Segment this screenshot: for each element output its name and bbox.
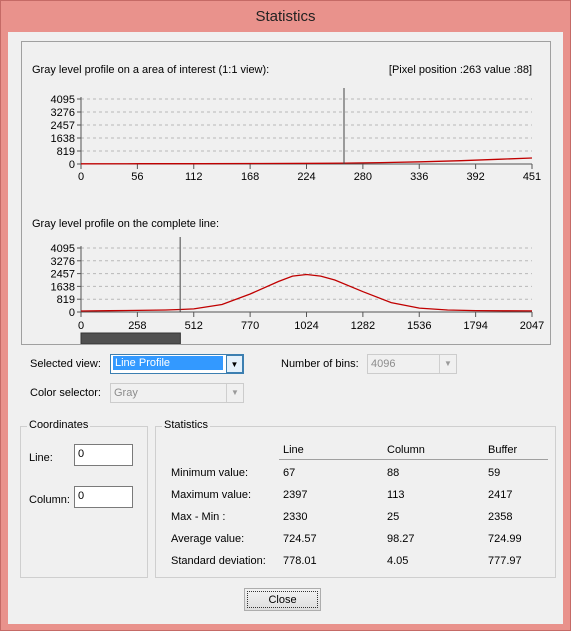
chevron-down-icon[interactable]: ▼ — [226, 355, 243, 373]
coordinates-group: Coordinates Line: 0 Column: 0 — [20, 419, 148, 578]
view-range-slider — [80, 332, 181, 345]
line-label: Line: — [29, 452, 53, 464]
x-tick-label: 112 — [185, 171, 203, 183]
y-tick-label: 3276 — [51, 107, 75, 119]
color-selector-dropdown[interactable]: Gray ▼ — [110, 383, 244, 403]
selected-view-value: Line Profile — [113, 356, 223, 370]
x-tick-label: 512 — [185, 320, 203, 332]
y-tick-label: 0 — [69, 307, 75, 319]
cell-line: 724.57 — [283, 533, 317, 545]
cell-column: 113 — [387, 489, 405, 501]
y-tick-label: 819 — [57, 294, 75, 306]
selected-view-dropdown[interactable]: Line Profile ▼ — [110, 354, 244, 374]
header-divider — [279, 459, 548, 460]
x-tick-label: 280 — [354, 171, 372, 183]
color-selector-label: Color selector: — [30, 387, 101, 399]
cell-buffer: 59 — [488, 467, 501, 479]
x-tick-label: 1024 — [294, 320, 318, 332]
chart-title: Gray level profile on the complete line: — [32, 218, 219, 230]
number-of-bins-dropdown[interactable]: 4096 ▼ — [367, 354, 457, 374]
statistics-window: Statistics Gray level profile on a area … — [0, 0, 571, 631]
profile-series-line — [80, 273, 533, 312]
col-header-column: Column — [387, 444, 425, 456]
cell-column: 4.05 — [387, 555, 409, 567]
chart-title: Gray level profile on a area of interest… — [32, 64, 269, 76]
column-input[interactable]: 0 — [74, 486, 133, 508]
profile-charts: Gray level profile on a area of interest… — [32, 64, 544, 345]
col-header-buffer: Buffer — [488, 444, 518, 456]
x-tick-label: 0 — [78, 171, 84, 183]
x-tick-label: 770 — [241, 320, 259, 332]
window-title: Statistics — [255, 8, 316, 25]
y-tick-label: 0 — [69, 159, 75, 171]
column-label: Column: — [29, 494, 70, 506]
chevron-down-icon[interactable]: ▼ — [439, 355, 456, 373]
row-label: Minimum value: — [171, 467, 249, 479]
cell-line: 67 — [283, 467, 296, 479]
x-tick-label: 2047 — [520, 320, 544, 332]
y-tick-label: 1638 — [51, 281, 75, 293]
profile-panel: Gray level profile on a area of interest… — [21, 41, 551, 345]
x-tick-label: 392 — [466, 171, 484, 183]
y-tick-label: 1638 — [51, 133, 75, 145]
line-input[interactable]: 0 — [74, 444, 133, 466]
cell-column: 88 — [387, 467, 400, 479]
x-tick-label: 1794 — [463, 320, 487, 332]
x-tick-label: 451 — [523, 171, 541, 183]
x-tick-label: 0 — [78, 320, 84, 332]
y-tick-label: 4095 — [51, 94, 75, 106]
number-of-bins-label: Number of bins: — [281, 358, 359, 370]
row-label: Standard deviation: — [171, 555, 266, 567]
x-tick-label: 258 — [128, 320, 146, 332]
x-tick-label: 1282 — [351, 320, 375, 332]
cell-buffer: 777.97 — [488, 555, 522, 567]
row-label: Average value: — [171, 533, 245, 545]
color-selector-value: Gray — [114, 387, 138, 399]
x-tick-label: 224 — [297, 171, 315, 183]
selected-view-label: Selected view: — [30, 358, 101, 370]
cell-buffer: 724.99 — [488, 533, 522, 545]
pixel-position-readout: [Pixel position :263 value :88] — [389, 64, 532, 76]
cell-buffer: 2417 — [488, 489, 513, 501]
dialog-client: Gray level profile on a area of interest… — [8, 32, 563, 624]
x-tick-label: 336 — [410, 171, 428, 183]
y-tick-label: 2457 — [51, 120, 75, 132]
row-label: Max - Min : — [171, 511, 226, 523]
cell-buffer: 2358 — [488, 511, 513, 523]
y-tick-label: 3276 — [51, 256, 75, 268]
y-tick-label: 819 — [57, 146, 75, 158]
y-tick-label: 4095 — [51, 243, 75, 255]
y-tick-label: 2457 — [51, 269, 75, 281]
number-of-bins-value: 4096 — [371, 358, 396, 370]
close-button[interactable]: Close — [244, 588, 321, 611]
cell-column: 98.27 — [387, 533, 415, 545]
row-label: Maximum value: — [171, 489, 252, 501]
x-tick-label: 56 — [131, 171, 143, 183]
coordinates-title: Coordinates — [27, 419, 91, 431]
col-header-line: Line — [283, 444, 304, 456]
cell-line: 778.01 — [283, 555, 317, 567]
cell-line: 2330 — [283, 511, 308, 523]
profile-series-line — [80, 157, 533, 165]
x-tick-label: 1536 — [407, 320, 431, 332]
statistics-group: Statistics Line Column Buffer Minimum va… — [155, 419, 556, 578]
cell-line: 2397 — [283, 489, 308, 501]
close-button-label: Close — [247, 591, 318, 608]
x-tick-label: 168 — [241, 171, 259, 183]
statistics-title: Statistics — [162, 419, 211, 431]
chevron-down-icon[interactable]: ▼ — [226, 384, 243, 402]
cell-column: 25 — [387, 511, 400, 523]
